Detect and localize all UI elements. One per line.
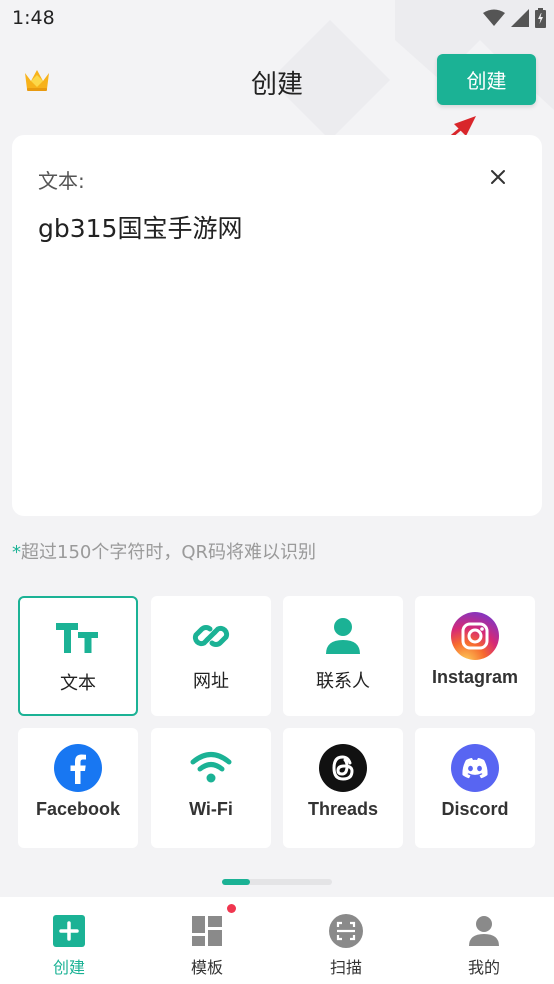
nav-label: 创建 <box>52 958 85 977</box>
templates-badge <box>227 904 236 913</box>
grid-icon <box>190 914 224 948</box>
nav-item-create[interactable]: 创建 <box>0 897 138 984</box>
character-limit-hint: *超过150个字符时，QR码将难以识别 <box>12 538 316 564</box>
status-time: 1:48 <box>12 7 55 29</box>
text-icon <box>54 614 102 662</box>
profile-icon <box>467 914 501 948</box>
battery-icon <box>535 8 546 28</box>
signal-icon <box>511 9 529 27</box>
status-icons <box>483 8 546 28</box>
type-tile-contact[interactable]: 联系人 <box>283 596 403 716</box>
type-tile-label: Discord <box>441 799 509 819</box>
type-tile-label: Facebook <box>35 799 121 819</box>
wifi-icon <box>187 744 235 792</box>
type-tile-url[interactable]: 网址 <box>151 596 271 716</box>
type-tile-label: 文本 <box>60 673 96 694</box>
instagram-icon <box>451 612 499 660</box>
type-tile-text[interactable]: 文本 <box>18 596 138 716</box>
text-input-card[interactable]: 文本: gb315国宝手游网 <box>12 135 542 516</box>
text-field-value[interactable]: gb315国宝手游网 <box>38 209 242 245</box>
hint-star: * <box>12 542 21 563</box>
text-field-label: 文本: <box>38 169 85 193</box>
nav-label: 模板 <box>190 958 223 977</box>
page-indicator-active <box>222 879 250 885</box>
type-tile-label: Threads <box>307 799 379 819</box>
type-tile-threads[interactable]: Threads <box>283 728 403 848</box>
nav-item-scan[interactable]: 扫描 <box>277 897 415 984</box>
type-tile-label: 联系人 <box>316 671 370 692</box>
create-button[interactable]: 创建 <box>437 54 536 105</box>
nav-item-templates[interactable]: 模板 <box>138 897 276 984</box>
status-bar: 1:48 <box>0 0 554 38</box>
clear-icon[interactable] <box>486 165 510 189</box>
nav-label: 我的 <box>467 958 500 977</box>
type-tile-label: Wi-Fi <box>189 799 233 819</box>
scan-icon <box>329 914 363 948</box>
nav-item-profile[interactable]: 我的 <box>415 897 553 984</box>
plus-square-icon <box>52 914 86 948</box>
type-tile-label: 网址 <box>193 671 229 692</box>
page-indicator <box>222 879 332 885</box>
contact-icon <box>319 612 367 660</box>
threads-icon <box>319 744 367 792</box>
discord-icon <box>451 744 499 792</box>
type-tile-discord[interactable]: Discord <box>415 728 535 848</box>
nav-label: 扫描 <box>329 958 362 977</box>
hint-text: 超过150个字符时，QR码将难以识别 <box>21 542 317 563</box>
header: 创建 创建 <box>0 50 554 110</box>
facebook-icon <box>54 744 102 792</box>
type-tile-label: Instagram <box>431 667 519 687</box>
type-tile-wifi[interactable]: Wi-Fi <box>151 728 271 848</box>
wifi-status-icon <box>483 9 505 26</box>
bottom-nav: 创建 模板 扫描 我的 <box>0 897 554 984</box>
link-icon <box>187 612 235 660</box>
type-tile-instagram[interactable]: Instagram <box>415 596 535 716</box>
type-tile-facebook[interactable]: Facebook <box>18 728 138 848</box>
